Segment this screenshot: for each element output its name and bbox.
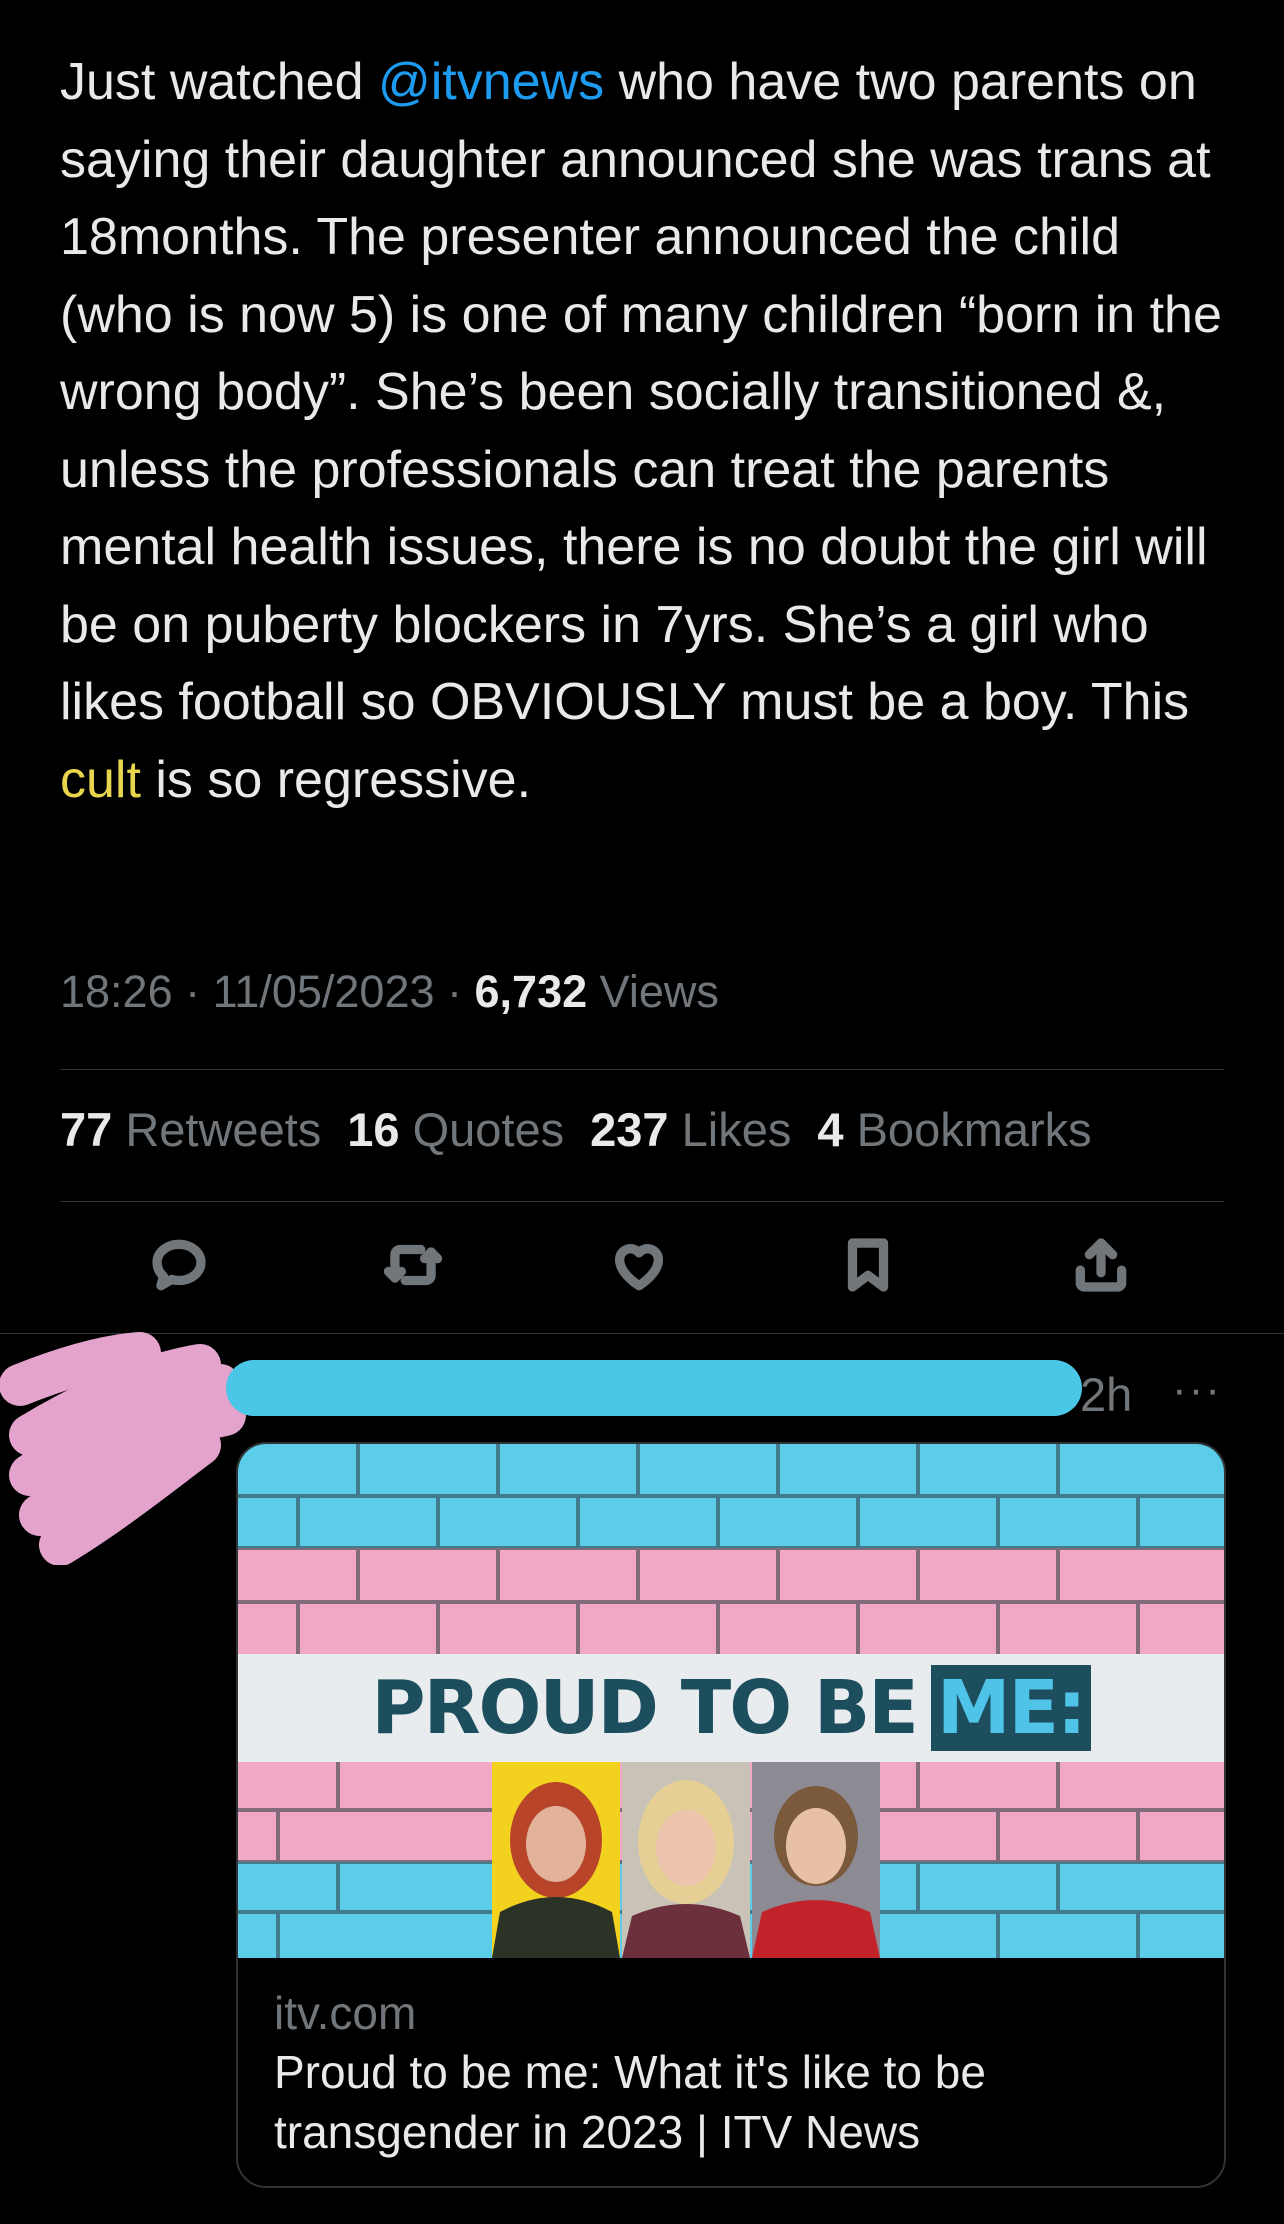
quotes-stat[interactable]: 16 Quotes	[347, 1102, 564, 1157]
mention-link[interactable]: @itvnews	[378, 53, 604, 111]
redacted-username[interactable]	[226, 1360, 1082, 1416]
portrait-photo	[492, 1762, 620, 1958]
views-label: Views	[599, 966, 719, 1017]
retweets-stat[interactable]: 77 Retweets	[60, 1102, 321, 1157]
portrait-photo	[622, 1762, 750, 1958]
bookmark-button[interactable]	[833, 1230, 903, 1300]
bookmark-icon	[847, 1238, 889, 1292]
card-domain: itv.com	[274, 1987, 417, 2039]
tweet-meta: 18:26 · 11/05/2023 · 6,732 Views	[60, 966, 719, 1017]
tweet-text: Just watched @itvnews who have two paren…	[60, 44, 1240, 819]
divider	[60, 1069, 1224, 1070]
card-image: PROUD TO BE ME:	[238, 1444, 1224, 1958]
retweet-icon	[383, 1244, 443, 1286]
headline-main: PROUD TO BE	[371, 1665, 919, 1751]
tweet-date[interactable]: 11/05/2023	[213, 966, 435, 1017]
reply-time[interactable]: 2h	[1080, 1367, 1132, 1422]
views-count: 6,732	[474, 966, 588, 1017]
divider	[60, 1201, 1224, 1202]
link-card[interactable]: PROUD TO BE ME: itv.com Proud to be me: …	[236, 1442, 1226, 2188]
share-icon	[1075, 1238, 1127, 1292]
reply-icon	[152, 1239, 206, 1291]
reply-header: 2h ···	[0, 1325, 1284, 1565]
card-headline: PROUD TO BE ME:	[238, 1654, 1224, 1762]
tweet-text-part: who have two parents on saying their dau…	[60, 53, 1222, 731]
more-options-icon[interactable]: ···	[1172, 1365, 1222, 1415]
likes-stat[interactable]: 237 Likes	[590, 1102, 791, 1157]
action-bar	[0, 1230, 1284, 1310]
portrait-photo	[752, 1762, 880, 1958]
redacted-avatar[interactable]	[0, 1325, 260, 1565]
retweet-button[interactable]	[378, 1230, 448, 1300]
bookmarks-stat[interactable]: 4 Bookmarks	[817, 1102, 1091, 1157]
tweet-text-part: Just watched	[60, 53, 378, 111]
share-button[interactable]	[1066, 1230, 1136, 1300]
like-icon	[614, 1244, 664, 1291]
tweet-stats: 77 Retweets 16 Quotes 237 Likes 4 Bookma…	[60, 1102, 1092, 1157]
tweet-text-part: is so regressive.	[140, 750, 532, 809]
card-title: Proud to be me: What it's like to be tra…	[274, 2046, 986, 2158]
like-button[interactable]	[604, 1230, 674, 1300]
headline-box: ME:	[930, 1665, 1091, 1751]
reply-button[interactable]	[144, 1230, 214, 1300]
highlighted-word: cult	[60, 750, 141, 809]
tweet-time[interactable]: 18:26	[60, 966, 173, 1017]
